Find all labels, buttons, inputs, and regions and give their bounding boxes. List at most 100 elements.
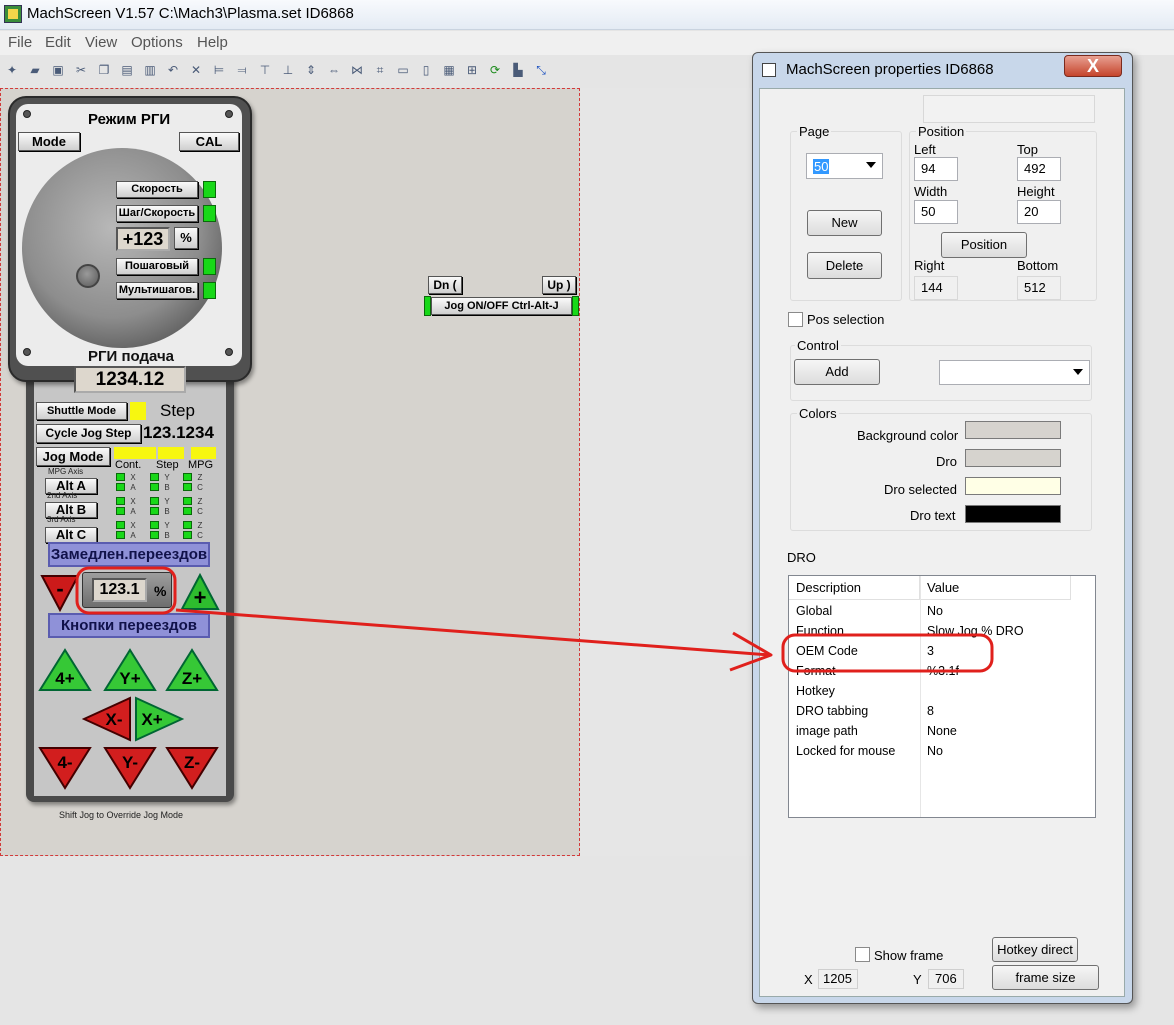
align-top-icon[interactable]: ⊤: [257, 62, 273, 78]
grid-icon[interactable]: ▦: [441, 62, 457, 78]
background-color-swatch[interactable]: [965, 421, 1061, 439]
grid-row-hotkey-value[interactable]: [920, 681, 1090, 701]
grid-row-image-path-value[interactable]: None: [920, 721, 1090, 741]
space-vertical-icon[interactable]: ⌗: [372, 62, 388, 78]
step-speed-button[interactable]: Шаг/Скорость: [116, 205, 198, 222]
dro-text-color-swatch[interactable]: [965, 505, 1061, 523]
jog-z-minus-button[interactable]: Z-: [165, 746, 219, 790]
step-dro[interactable]: 123.1234: [143, 423, 214, 443]
left-field[interactable]: 94: [914, 157, 958, 181]
page-new-button[interactable]: New: [807, 210, 882, 236]
speed-button[interactable]: Скорость: [116, 181, 198, 198]
mode-button[interactable]: Mode: [18, 132, 80, 151]
center-vertical-icon[interactable]: ⇕: [303, 62, 319, 78]
axis2-label: 2nd Axis: [47, 491, 78, 500]
grid-header-value[interactable]: Value: [920, 576, 1071, 600]
same-size-icon[interactable]: ▭: [395, 62, 411, 78]
grid-row-global-value[interactable]: No: [920, 601, 1090, 621]
show-frame-checkbox[interactable]: [855, 947, 870, 962]
print-icon[interactable]: ▥: [142, 62, 158, 78]
slow-plus-button[interactable]: +: [180, 573, 220, 611]
jog-4-minus-button[interactable]: 4-: [38, 746, 92, 790]
dro-selected-color-swatch[interactable]: [965, 477, 1061, 495]
slow-plus-label: +: [194, 585, 207, 610]
grid-row-hotkey-desc[interactable]: Hotkey: [789, 681, 920, 701]
height-field[interactable]: 20: [1017, 200, 1061, 224]
grid-row-function-value[interactable]: Slow Jog % DRO: [920, 621, 1090, 641]
grid-row-image-path-desc[interactable]: image path: [789, 721, 920, 741]
grid-row-oem-code-value[interactable]: 3: [920, 641, 1090, 661]
jog-x-minus-button[interactable]: X-: [82, 696, 132, 742]
close-icon[interactable]: X: [1064, 55, 1122, 77]
axis-led: [183, 483, 192, 491]
x-label: X: [804, 972, 813, 987]
menu-options[interactable]: Options: [131, 34, 183, 51]
jog-mode-button[interactable]: Jog Mode: [36, 447, 110, 466]
page-select[interactable]: 50: [806, 153, 883, 179]
delete-icon[interactable]: ✕: [188, 62, 204, 78]
grid-snap-icon[interactable]: ⊞: [464, 62, 480, 78]
grid-row-function-desc[interactable]: Function: [789, 621, 920, 641]
open-icon[interactable]: ▰: [27, 62, 43, 78]
shuttle-mode-button[interactable]: Shuttle Mode: [36, 402, 127, 420]
y-label: Y: [913, 972, 922, 987]
align-right-icon[interactable]: ⫤: [234, 62, 250, 78]
new-icon[interactable]: ✦: [4, 62, 20, 78]
grid-row-oem-code-desc[interactable]: OEM Code: [789, 641, 920, 661]
grid-row-format-desc[interactable]: Format: [789, 661, 920, 681]
menu-file[interactable]: File: [8, 34, 32, 51]
pos-selection-checkbox[interactable]: [788, 312, 803, 327]
jog-toggle-button[interactable]: Jog ON/OFF Ctrl-Alt-J: [431, 297, 572, 315]
align-left-icon[interactable]: ⊨: [211, 62, 227, 78]
alt-c-button[interactable]: Alt C: [45, 527, 97, 543]
percent-button[interactable]: %: [174, 227, 198, 249]
grid-row-dro-tabbing-value[interactable]: 8: [920, 701, 1090, 721]
menu-help[interactable]: Help: [197, 34, 228, 51]
step-mode-button[interactable]: Пошаговый: [116, 258, 198, 275]
jog-down-button[interactable]: Dn (: [428, 276, 462, 294]
multistep-button[interactable]: Мультишагов.: [116, 282, 198, 299]
width-field[interactable]: 50: [914, 200, 958, 224]
dro-color-swatch[interactable]: [965, 449, 1061, 467]
jog-4-plus-button[interactable]: 4+: [38, 648, 92, 692]
space-horizontal-icon[interactable]: ⋈: [349, 62, 365, 78]
top-field[interactable]: 492: [1017, 157, 1061, 181]
slow-jog-dro[interactable]: 123.1: [92, 578, 147, 602]
menu-view[interactable]: View: [85, 34, 117, 51]
wizard-icon[interactable]: ⤡: [533, 62, 549, 78]
refresh-icon[interactable]: ⟳: [487, 62, 503, 78]
cycle-jog-step-button[interactable]: Cycle Jog Step: [36, 424, 141, 443]
test-icon[interactable]: ▙: [510, 62, 526, 78]
control-add-button[interactable]: Add: [794, 359, 880, 385]
jog-percent-dro[interactable]: +123: [116, 227, 170, 251]
jog-y-minus-button[interactable]: Y-: [103, 746, 157, 790]
jog-y-plus-button[interactable]: Y+: [103, 648, 157, 692]
feed-dro[interactable]: 1234.12: [74, 366, 186, 393]
position-button[interactable]: Position: [941, 232, 1027, 258]
same-width-icon[interactable]: ▯: [418, 62, 434, 78]
align-bottom-icon[interactable]: ⊥: [280, 62, 296, 78]
center-horizontal-icon[interactable]: ⇔: [326, 62, 342, 78]
jog-up-button[interactable]: Up ): [542, 276, 576, 294]
grid-row-locked-value[interactable]: No: [920, 741, 1090, 761]
cut-icon[interactable]: ✂: [73, 62, 89, 78]
hotkey-direct-button[interactable]: Hotkey direct: [992, 937, 1078, 962]
grid-row-dro-tabbing-desc[interactable]: DRO tabbing: [789, 701, 920, 721]
menu-edit[interactable]: Edit: [45, 34, 71, 51]
grid-row-global-desc[interactable]: Global: [789, 601, 920, 621]
paste-icon[interactable]: ▤: [119, 62, 135, 78]
frame-size-button[interactable]: frame size: [992, 965, 1099, 990]
cal-button[interactable]: CAL: [179, 132, 239, 151]
control-select[interactable]: [939, 360, 1090, 385]
grid-header-description[interactable]: Description: [789, 576, 920, 600]
slow-minus-button[interactable]: -: [40, 574, 80, 612]
jog-z-plus-button[interactable]: Z+: [165, 648, 219, 692]
undo-icon[interactable]: ↶: [165, 62, 181, 78]
page-delete-button[interactable]: Delete: [807, 252, 882, 279]
save-icon[interactable]: ▣: [50, 62, 66, 78]
jog-x-plus-button[interactable]: X+: [134, 696, 184, 742]
copy-icon[interactable]: ❐: [96, 62, 112, 78]
grid-row-format-value[interactable]: %3.1f: [920, 661, 1090, 681]
grid-row-locked-desc[interactable]: Locked for mouse: [789, 741, 920, 761]
dro-properties-grid[interactable]: Description Value Global No Function Slo…: [788, 575, 1096, 818]
